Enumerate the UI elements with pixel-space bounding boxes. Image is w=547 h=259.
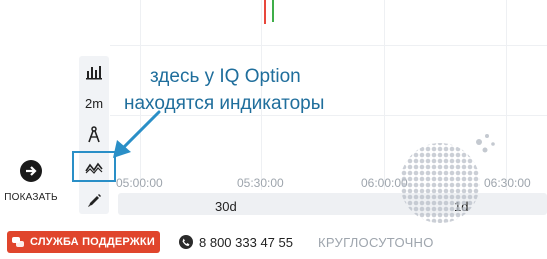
period-30d[interactable]: 30d: [215, 199, 237, 214]
draw-button[interactable]: [79, 186, 109, 214]
candles: [264, 0, 274, 24]
globe-logo-watermark: [400, 134, 495, 223]
support-hours: КРУГЛОСУТОЧНО: [318, 235, 434, 250]
annotation-line-1: здесь у IQ Option: [150, 66, 301, 87]
show-label: ПОКАЗАТЬ: [4, 192, 58, 203]
time-label: 05:30:00: [237, 176, 284, 190]
chart-type-button[interactable]: [79, 58, 109, 86]
indicators-highlight: [72, 151, 116, 182]
chat-bubbles-icon: [12, 236, 25, 247]
candle-red: [264, 0, 266, 24]
support-label: СЛУЖБА ПОДДЕРЖКИ: [30, 236, 155, 248]
phone-number[interactable]: 8 800 333 47 55: [199, 235, 293, 250]
support-button[interactable]: СЛУЖБА ПОДДЕРЖКИ: [7, 231, 160, 253]
pencil-icon: [88, 194, 101, 207]
grid-line: [384, 0, 385, 190]
grid-line: [110, 45, 547, 46]
grid-line: [506, 0, 507, 190]
show-button[interactable]: ПОКАЗАТЬ: [0, 160, 62, 212]
arrow-right-icon: [20, 160, 42, 182]
timeframe-button[interactable]: 2m: [79, 89, 109, 117]
time-label: 05:00:00: [116, 176, 163, 190]
grid-line: [110, 115, 547, 116]
compass-icon: [88, 126, 100, 143]
timeframe-label: 2m: [84, 95, 104, 111]
candle-green: [272, 0, 274, 22]
chart-type-icon: [86, 66, 102, 80]
drawing-tools-button[interactable]: [79, 121, 109, 149]
phone-icon: [179, 235, 193, 249]
chart-toolbar: 2m: [79, 56, 109, 214]
